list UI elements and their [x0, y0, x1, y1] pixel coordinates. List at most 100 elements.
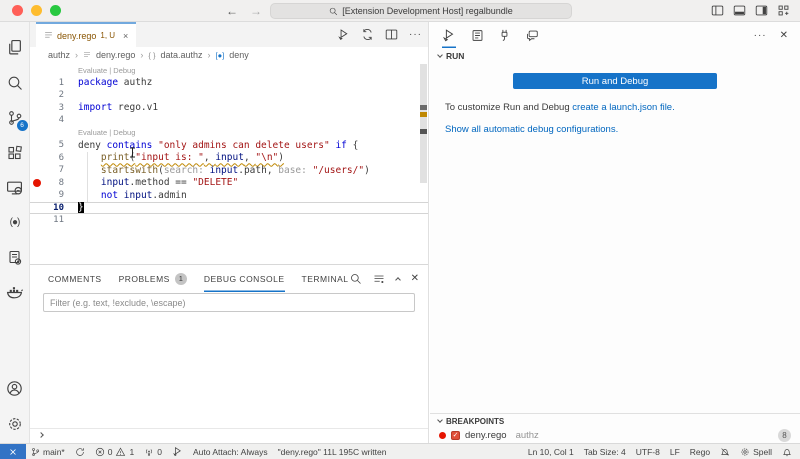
line-number: 4 — [44, 115, 64, 125]
code-line-3[interactable]: 3import rego.v1 — [30, 102, 428, 115]
encoding-indicator[interactable]: UTF-8 — [631, 447, 665, 457]
problems-indicator[interactable]: 0 1 — [90, 444, 139, 459]
code-line-6[interactable]: 6 print("input is: ", input, "\n") — [30, 152, 428, 165]
breakpoints-header[interactable]: BREAKPOINTS — [430, 414, 800, 428]
console-prompt-icon — [38, 432, 44, 438]
breakpoint-file: deny.rego — [465, 430, 507, 441]
source-control-icon[interactable]: 6 — [0, 100, 30, 135]
split-editor-icon[interactable] — [385, 28, 398, 41]
breakpoint-checkbox[interactable]: ✓ — [451, 431, 460, 440]
breadcrumb-symbol[interactable]: deny — [229, 50, 249, 60]
code-line-5[interactable]: 5deny contains "only admins can delete u… — [30, 139, 428, 152]
chevron-down-icon — [437, 417, 443, 423]
maximize-panel-icon[interactable] — [395, 277, 401, 283]
breadcrumb-folder[interactable]: authz — [48, 50, 70, 60]
remote-indicator[interactable] — [0, 444, 26, 459]
clear-console-icon[interactable] — [373, 273, 385, 285]
do-not-disturb-icon[interactable] — [715, 447, 735, 457]
ports-plug-icon[interactable] — [499, 22, 510, 48]
notifications-bell-icon[interactable] — [777, 447, 800, 457]
settings-gear-icon[interactable] — [0, 406, 30, 441]
debug-status-icon[interactable] — [167, 444, 188, 459]
open-changes-icon[interactable] — [361, 28, 374, 41]
text-cursor: } — [78, 202, 84, 213]
minimize-window-button[interactable] — [31, 5, 42, 16]
tab-problems[interactable]: PROBLEMS1 — [119, 265, 187, 292]
tab-deny-rego[interactable]: deny.rego 1, U × — [36, 22, 136, 47]
search-view-icon[interactable] — [0, 65, 30, 100]
code-line-9[interactable]: 9 not input.admin — [30, 189, 428, 202]
rego-settings-icon[interactable] — [0, 240, 30, 275]
code-line-8[interactable]: 8 input.method == "DELETE" — [30, 177, 428, 190]
toggle-secondary-sidebar-icon[interactable] — [755, 4, 768, 17]
package-symbol-icon: { } — [148, 51, 155, 60]
show-debug-configurations-link[interactable]: Show all automatic debug configurations. — [445, 124, 785, 135]
debug-console-output[interactable] — [30, 312, 428, 428]
code-line-10[interactable]: 10} — [30, 202, 428, 215]
editor-scrollbar[interactable] — [420, 64, 427, 183]
customize-layout-icon[interactable] — [777, 4, 790, 17]
breadcrumb-file[interactable]: deny.rego — [96, 50, 135, 60]
debug-console-input[interactable] — [30, 428, 428, 443]
extensions-icon[interactable] — [0, 135, 30, 170]
ports-indicator[interactable]: 0 — [139, 444, 167, 459]
breakpoint-glyph[interactable] — [30, 179, 44, 187]
breakpoint-item[interactable]: ✓ deny.rego authz 8 — [430, 428, 800, 443]
code-line-2[interactable]: 2 — [30, 89, 428, 102]
maximize-window-button[interactable] — [50, 5, 61, 16]
code-line-4[interactable]: 4 — [30, 114, 428, 127]
branch-indicator[interactable]: main* — [26, 444, 70, 459]
account-icon[interactable] — [0, 371, 30, 406]
command-center-search[interactable]: [Extension Development Host] regalbundle — [270, 3, 572, 19]
tab-label: deny.rego — [57, 31, 96, 41]
debug-console-filter-input[interactable] — [43, 293, 415, 312]
codelens-evaluate-debug[interactable]: Evaluate | Debug — [30, 127, 428, 140]
run-or-debug-icon[interactable] — [337, 28, 350, 41]
toggle-sidebar-icon[interactable] — [711, 4, 724, 17]
tab-close-icon[interactable]: × — [123, 31, 128, 41]
status-bar: main* 0 1 0 Auto Attach: Always "deny.re… — [0, 443, 800, 459]
explorer-icon[interactable] — [0, 30, 30, 65]
overview-ruler-cursor-mark — [420, 129, 427, 134]
code-line-1[interactable]: 1package authz — [30, 77, 428, 90]
views-more-actions-icon[interactable]: ··· — [754, 30, 767, 41]
docker-icon[interactable] — [0, 275, 30, 310]
language-mode-indicator[interactable]: Rego — [685, 447, 715, 457]
codelens-evaluate-debug[interactable]: Evaluate | Debug — [30, 64, 428, 77]
radio-tower-icon — [144, 447, 154, 457]
output-view-icon[interactable] — [471, 22, 484, 48]
panel-search-icon[interactable] — [350, 273, 362, 285]
comments-view-icon[interactable] — [525, 22, 539, 48]
search-icon — [329, 7, 338, 16]
secondary-sidebar-header: ··· ✕ — [430, 22, 800, 48]
tab-terminal[interactable]: TERMINAL — [302, 265, 349, 292]
remote-explorer-icon[interactable] — [0, 170, 30, 205]
run-and-debug-button[interactable]: Run and Debug — [513, 73, 717, 89]
close-panel-icon[interactable]: ✕ — [411, 273, 419, 284]
tab-debug-console[interactable]: DEBUG CONSOLE — [204, 265, 285, 292]
close-window-button[interactable] — [12, 5, 23, 16]
spell-checker-indicator[interactable]: Spell — [735, 447, 777, 457]
sync-changes-button[interactable] — [70, 444, 90, 459]
overview-ruler-warning-mark — [420, 112, 427, 117]
create-launch-json-link[interactable]: create a launch.json file. — [572, 102, 674, 113]
code-line-11[interactable]: 11 — [30, 214, 428, 227]
code-line-7[interactable]: 7 startswith(search: input.path, base: "… — [30, 164, 428, 177]
editor-more-actions-icon[interactable]: ··· — [409, 29, 422, 40]
breadcrumb-package[interactable]: data.authz — [161, 50, 203, 60]
auto-attach-indicator[interactable]: Auto Attach: Always — [188, 444, 273, 459]
toggle-panel-icon[interactable] — [733, 4, 746, 17]
sync-icon — [75, 447, 85, 457]
opa-extension-icon[interactable]: (●) — [0, 205, 30, 240]
tab-comments[interactable]: COMMENTS — [48, 265, 102, 292]
cursor-position-indicator[interactable]: Ln 10, Col 1 — [523, 447, 579, 457]
close-secondary-sidebar-icon[interactable]: ✕ — [780, 30, 788, 41]
back-arrow-icon[interactable]: ← — [226, 4, 238, 18]
eol-indicator[interactable]: LF — [665, 447, 685, 457]
code-editor[interactable]: Evaluate | Debug1package authz23import r… — [30, 63, 428, 264]
indentation-indicator[interactable]: Tab Size: 4 — [579, 447, 631, 457]
forward-arrow-icon[interactable]: → — [250, 4, 262, 18]
run-section-header[interactable]: RUN — [430, 48, 800, 64]
run-and-debug-view-icon[interactable] — [442, 22, 456, 48]
line-number: 11 — [44, 215, 64, 225]
